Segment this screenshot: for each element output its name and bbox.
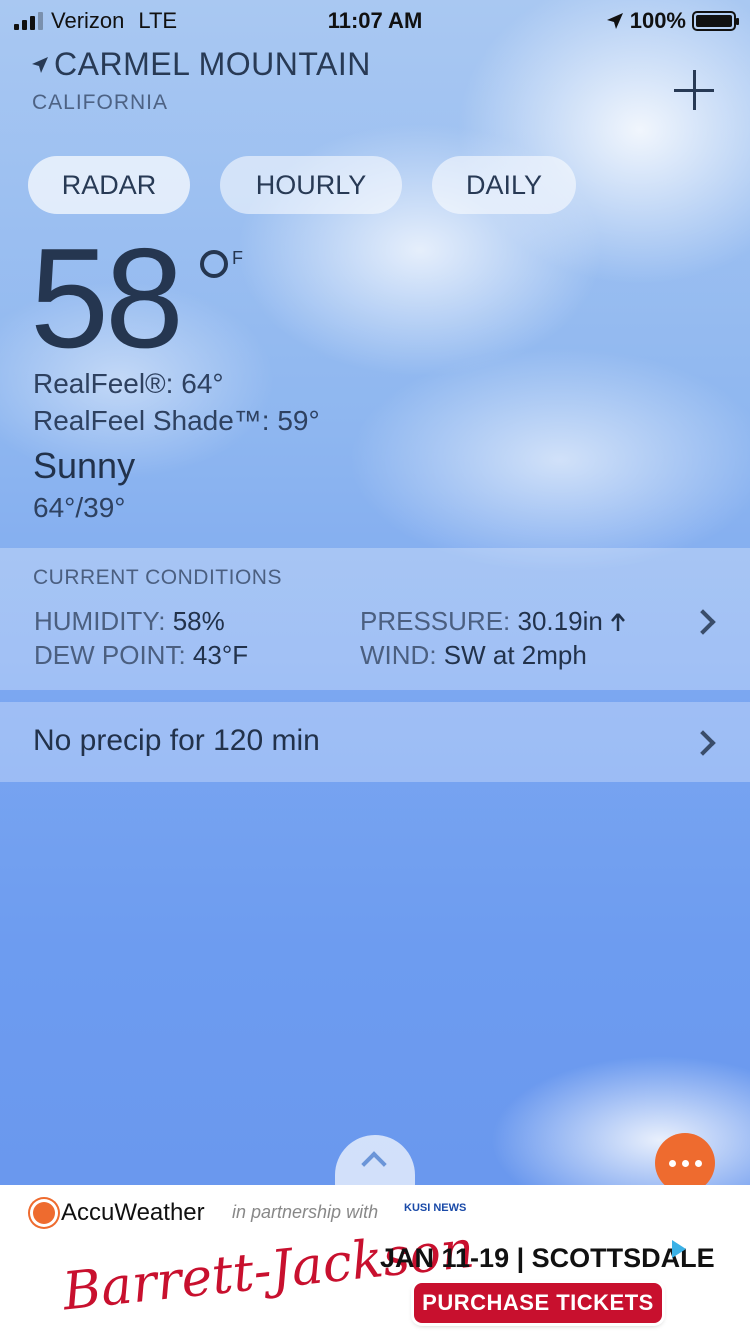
ad-banner[interactable]: AccuWeather in partnership with KUSI NEW…: [0, 1185, 750, 1334]
current-temperature: 58 F: [30, 219, 243, 378]
pressure-row: PRESSURE: 30.19in: [360, 606, 626, 637]
view-tabs: RADAR HOURLY DAILY: [28, 156, 576, 214]
sun-logo-icon: [33, 1202, 55, 1224]
temperature-unit: F: [232, 248, 243, 268]
battery-percent: 100%: [629, 8, 686, 33]
state-name: CALIFORNIA: [32, 91, 169, 114]
pressure-label: PRESSURE:: [360, 606, 511, 636]
condition-text: Sunny: [33, 445, 136, 486]
humidity-value: 58%: [172, 606, 225, 636]
dot-icon: [694, 1159, 702, 1167]
wind-value: SW at 2mph: [443, 640, 587, 670]
wind-label: WIND:: [360, 640, 437, 670]
degree-symbol: [200, 250, 228, 278]
realfeel-text: RealFeel®: 64°: [33, 368, 224, 399]
add-location-icon[interactable]: [674, 70, 714, 110]
chevron-up-icon: [361, 1151, 387, 1177]
current-conditions-panel[interactable]: CURRENT CONDITIONS HUMIDITY: 58% DEW POI…: [0, 548, 750, 690]
battery-icon: [692, 11, 739, 31]
location-arrow-icon: [606, 13, 623, 29]
location-header[interactable]: CARMEL MOUNTAIN CALIFORNIA: [30, 46, 371, 115]
conditions-title: CURRENT CONDITIONS: [33, 566, 282, 589]
dew-point-value: 43°F: [192, 640, 249, 670]
partner-text: in partnership with: [232, 1202, 379, 1222]
chevron-right-icon: [690, 609, 716, 635]
temperature-value: 58: [30, 219, 184, 378]
dew-point-row: DEW POINT: 43°F: [34, 640, 248, 671]
brand-name: AccuWeather: [61, 1199, 205, 1226]
status-bar: Verizon LTE 11:07 AM 100%: [0, 0, 750, 40]
event-dates: JAN 11-19 | SCOTTSDALE: [380, 1243, 715, 1273]
adchoices-icon[interactable]: [672, 1240, 686, 1258]
arrow-up-icon: [611, 613, 625, 631]
pressure-value: 30.19in: [517, 606, 603, 636]
city-name: CARMEL MOUNTAIN: [54, 46, 371, 82]
tab-radar[interactable]: RADAR: [28, 156, 190, 214]
wind-row: WIND: SW at 2mph: [360, 640, 587, 671]
dot-icon: [681, 1159, 689, 1167]
partner-logo: KUSI NEWS: [404, 1202, 467, 1214]
dew-point-label: DEW POINT:: [34, 640, 186, 670]
chevron-right-icon: [690, 730, 716, 756]
tab-hourly[interactable]: HOURLY: [220, 156, 402, 214]
accuweather-brand: AccuWeather: [33, 1199, 205, 1227]
more-options-button[interactable]: [655, 1133, 715, 1193]
humidity-label: HUMIDITY:: [34, 606, 166, 636]
humidity-row: HUMIDITY: 58%: [34, 606, 225, 637]
purchase-tickets-button[interactable]: PURCHASE TICKETS: [414, 1283, 662, 1323]
precip-text: No precip for 120 min: [33, 724, 320, 757]
realfeel-shade-text: RealFeel Shade™: 59°: [33, 405, 320, 436]
location-arrow-icon: [32, 56, 48, 73]
tab-daily[interactable]: DAILY: [432, 156, 576, 214]
hi-lo-text: 64°/39°: [33, 492, 126, 523]
dot-icon: [668, 1159, 676, 1167]
precip-panel[interactable]: No precip for 120 min: [0, 702, 750, 782]
